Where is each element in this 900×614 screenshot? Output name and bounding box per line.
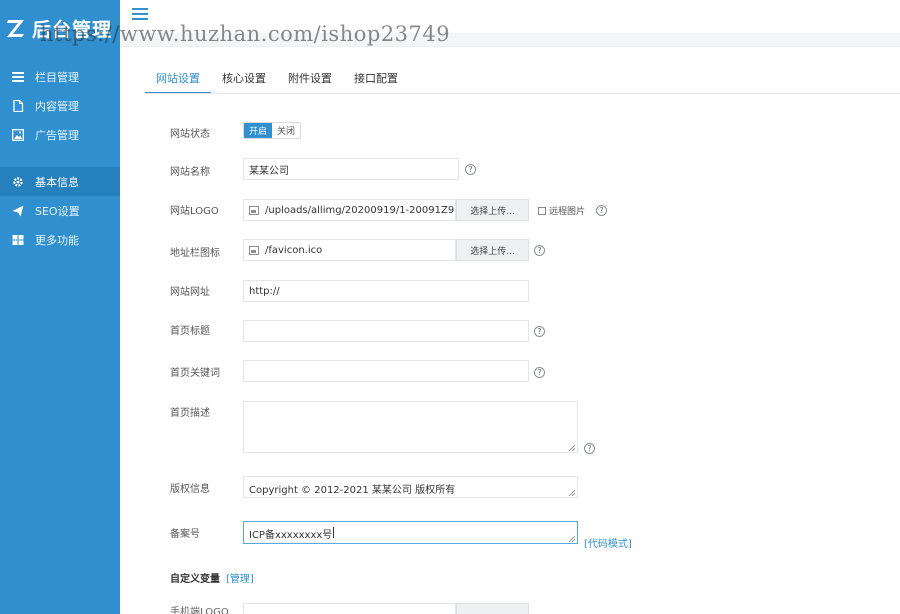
logo: 后台管理 — [6, 14, 112, 42]
sidebar-item-label: 栏目管理 — [35, 70, 79, 84]
sidebar-item-content[interactable]: 内容管理 — [0, 91, 120, 120]
status-off-option[interactable]: 关闭 — [272, 123, 301, 138]
copyright-textarea[interactable]: Copyright © 2012-2021 某某公司 版权所有 — [243, 476, 578, 498]
site-status-toggle[interactable]: 开启 关闭 — [243, 122, 302, 139]
sidebar-item-label: SEO设置 — [35, 204, 80, 218]
grid-icon — [12, 234, 24, 246]
send-icon — [12, 205, 24, 217]
list-icon — [12, 71, 24, 83]
mobile-logo-label: 手机端LOGO — [170, 607, 229, 614]
help-icon[interactable]: ? — [465, 164, 476, 175]
sidebar-nav-bottom: 基本信息 SEO设置 更多功能 — [0, 167, 120, 254]
mobile-logo-input[interactable] — [243, 603, 456, 614]
document-icon — [12, 99, 24, 112]
help-icon[interactable]: ? — [534, 367, 545, 378]
file-image-icon — [249, 245, 259, 255]
settings-tabs: 网站设置 核心设置 附件设置 接口配置 — [145, 64, 409, 94]
home-description-label: 首页描述 — [170, 408, 210, 419]
logo-text: 后台管理 — [32, 18, 113, 41]
site-url-input[interactable]: http:// — [243, 280, 529, 302]
gear-icon — [12, 176, 24, 188]
hamburger-menu-icon[interactable] — [132, 8, 148, 22]
sidebar-item-seo[interactable]: SEO设置 — [0, 196, 120, 225]
site-url-label: 网站网址 — [170, 287, 210, 298]
sidebar-item-label: 内容管理 — [35, 99, 79, 113]
mobile-logo-upload-button[interactable] — [456, 603, 529, 614]
status-on-option[interactable]: 开启 — [244, 123, 273, 138]
sidebar-nav-top: 栏目管理 内容管理 广告管理 — [0, 62, 120, 149]
tab-api-config[interactable]: 接口配置 — [343, 64, 409, 94]
image-icon — [12, 128, 24, 141]
help-icon[interactable]: ? — [584, 443, 595, 454]
resize-grip-icon[interactable] — [568, 488, 576, 497]
home-description-textarea[interactable] — [243, 401, 578, 453]
sidebar-item-more[interactable]: 更多功能 — [0, 225, 120, 254]
help-icon[interactable]: ? — [534, 326, 545, 337]
favicon-label: 地址栏图标 — [170, 248, 220, 259]
remote-image-checkbox[interactable]: 远程图片 — [538, 204, 585, 217]
app-window: 后台管理 栏目管理 内容管理 广告管理 基本信息 SEO设置 更多功能 http… — [0, 0, 900, 614]
favicon-upload-button[interactable]: 选择上传... — [456, 239, 529, 261]
logo-z-icon — [6, 17, 26, 39]
copyright-label: 版权信息 — [170, 484, 210, 495]
home-keywords-input[interactable] — [243, 360, 529, 382]
logo-upload-button[interactable]: 选择上传... — [456, 199, 529, 221]
icp-label: 备案号 — [170, 529, 200, 540]
sidebar-item-label: 广告管理 — [35, 128, 79, 142]
custom-variables-label: 自定义变量 — [170, 574, 220, 585]
sidebar-item-label: 更多功能 — [35, 233, 79, 247]
home-title-label: 首页标题 — [170, 326, 210, 337]
site-logo-input[interactable]: /uploads/allimg/20200919/1-20091Z91H — [243, 199, 456, 221]
site-url-value: http:// — [249, 285, 280, 297]
remote-image-label: 远程图片 — [549, 207, 586, 217]
site-name-label: 网站名称 — [170, 167, 210, 178]
site-name-input[interactable]: 某某公司 — [243, 158, 459, 180]
text-caret — [333, 527, 335, 538]
home-keywords-label: 首页关键词 — [170, 368, 220, 379]
help-icon[interactable]: ? — [534, 245, 545, 256]
tab-core-settings[interactable]: 核心设置 — [211, 64, 277, 94]
site-logo-label: 网站LOGO — [170, 206, 219, 217]
tabs-divider — [145, 93, 900, 94]
sidebar-item-basic-info[interactable]: 基本信息 — [0, 167, 120, 196]
favicon-input[interactable]: /favicon.ico — [243, 239, 456, 261]
favicon-value: /favicon.ico — [265, 244, 323, 256]
site-status-label: 网站状态 — [170, 129, 210, 140]
custom-variables-heading: 自定义变量 [管理] — [170, 570, 254, 585]
sidebar-item-ads[interactable]: 广告管理 — [0, 120, 120, 149]
icp-value: ICP备xxxxxxxx号 — [249, 530, 333, 541]
file-image-icon — [249, 205, 259, 215]
tab-attachment-settings[interactable]: 附件设置 — [277, 64, 343, 94]
site-name-value: 某某公司 — [249, 165, 289, 177]
checkbox-box[interactable] — [538, 206, 546, 215]
manage-variables-link[interactable]: [管理] — [226, 574, 254, 585]
resize-grip-icon[interactable] — [568, 443, 576, 452]
sidebar-item-columns[interactable]: 栏目管理 — [0, 62, 120, 91]
home-title-input[interactable] — [243, 320, 529, 342]
top-bar — [120, 33, 900, 47]
code-mode-link[interactable]: [代码模式] — [584, 535, 632, 550]
resize-grip-icon[interactable] — [568, 534, 576, 543]
sidebar: 后台管理 栏目管理 内容管理 广告管理 基本信息 SEO设置 更多功能 — [0, 0, 120, 614]
site-logo-value: /uploads/allimg/20200919/1-20091Z91H — [265, 204, 456, 216]
copyright-value: Copyright © 2012-2021 某某公司 版权所有 — [249, 485, 456, 496]
icp-textarea[interactable]: ICP备xxxxxxxx号 — [243, 521, 578, 544]
help-icon[interactable]: ? — [596, 205, 607, 216]
sidebar-item-label: 基本信息 — [35, 175, 79, 189]
tab-site-settings[interactable]: 网站设置 — [145, 64, 211, 94]
